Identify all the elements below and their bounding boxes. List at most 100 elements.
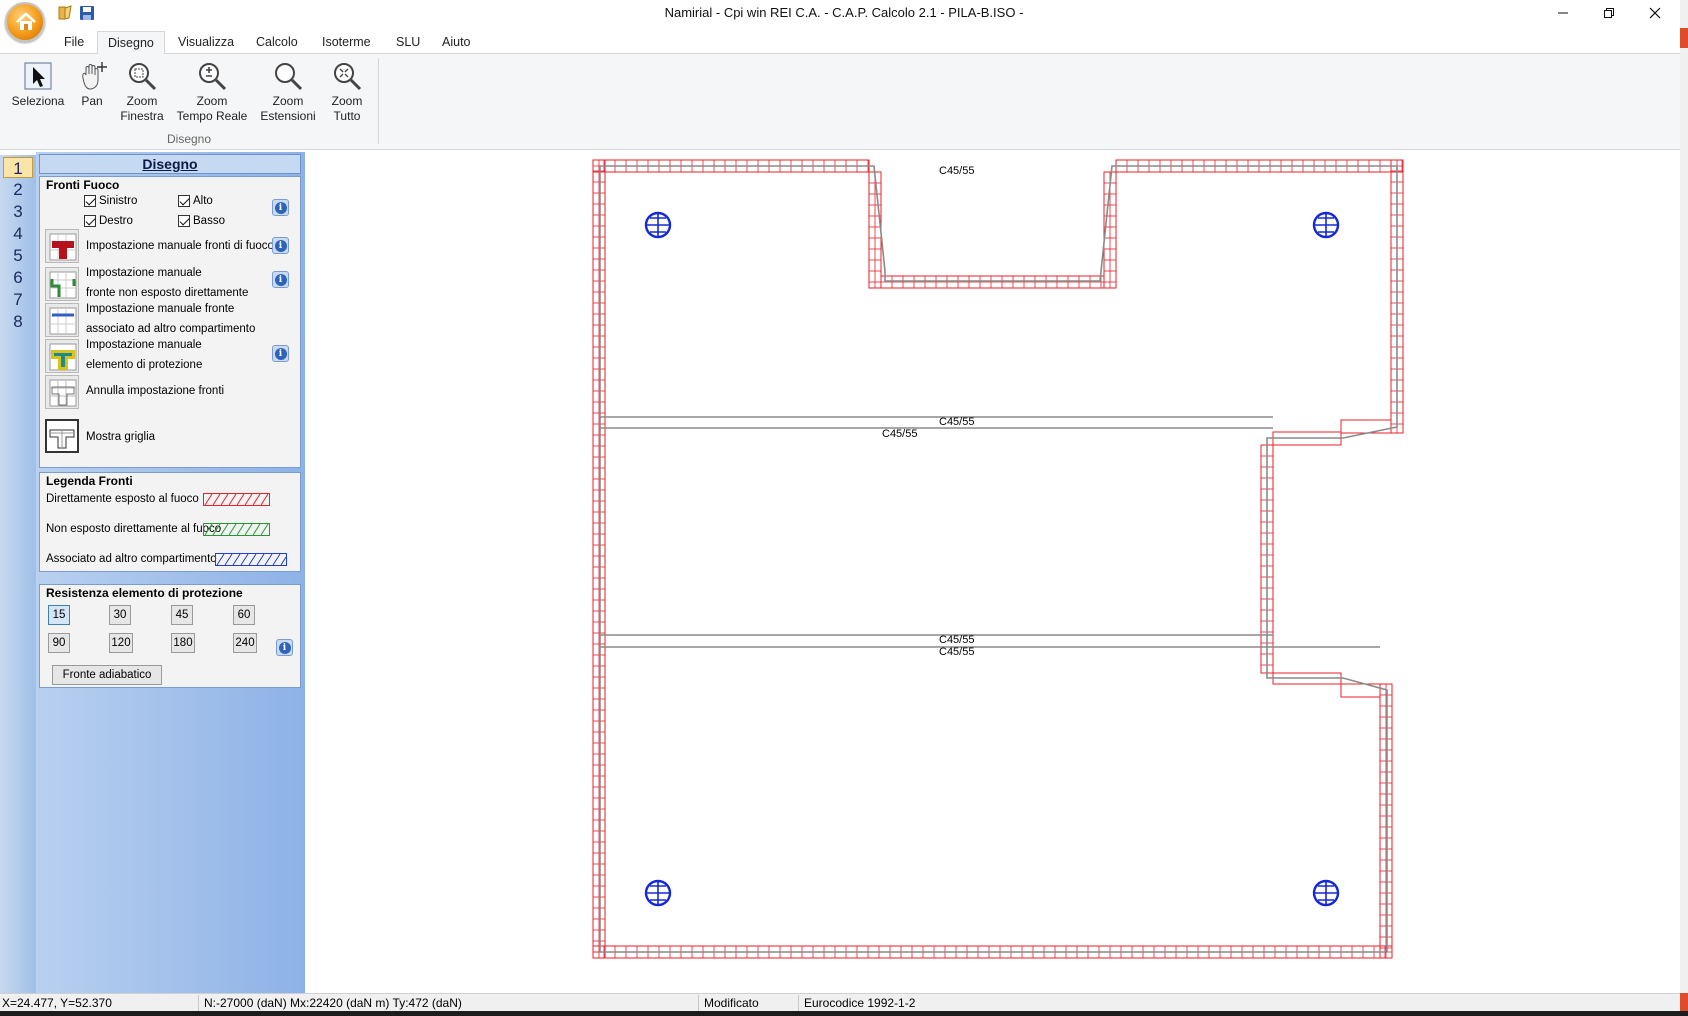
tab-file[interactable]: File — [54, 31, 94, 54]
section-green-icon — [49, 271, 77, 299]
panel-title: Disegno — [39, 154, 301, 174]
zoom-tempo-reale-button[interactable]: Zoom Tempo Reale — [174, 60, 250, 124]
tab-aiuto[interactable]: Aiuto — [432, 31, 481, 54]
save-icon[interactable] — [78, 4, 96, 22]
alto-checkbox[interactable]: Alto — [178, 195, 213, 207]
resistenza-240-button[interactable]: 240 — [233, 633, 257, 653]
minimize-button[interactable] — [1540, 0, 1586, 26]
status-separator — [698, 995, 699, 1011]
window-title: Namirial - Cpi win REI C.A. - C.A.P. Cal… — [664, 5, 1024, 20]
zoom-tempo-reale-label-2: Tempo Reale — [176, 109, 248, 123]
destro-checkbox-box — [84, 215, 96, 227]
fronti-info-button[interactable]: i — [272, 199, 289, 216]
rebar-bottom-left[interactable] — [644, 879, 672, 907]
tab-calcolo[interactable]: Calcolo — [246, 31, 308, 54]
section-tab-1[interactable]: 1 — [3, 157, 33, 178]
sinistro-checkbox[interactable]: Sinistro — [84, 195, 137, 207]
altro-compartimento-label-1: Impostazione manuale fronte — [86, 303, 235, 315]
zoom-extents-icon — [275, 63, 303, 91]
section-tab-5[interactable]: 5 — [3, 245, 33, 266]
ribbon-group-label: Disegno — [166, 132, 212, 146]
info-icon: i — [274, 347, 287, 360]
status-coordinates: X=24.477, Y=52.370 — [2, 996, 112, 1010]
right-edge-strip — [1680, 0, 1688, 1016]
resistenza-15-button[interactable]: 15 — [48, 605, 70, 625]
mostra-griglia-label: Mostra griglia — [86, 431, 156, 443]
resistenza-45-button[interactable]: 45 — [171, 605, 193, 625]
fronti-fuoco-tool-button[interactable] — [45, 229, 79, 263]
zoom-estensioni-label-2: Estensioni — [260, 109, 316, 123]
resistenza-90-button[interactable]: 90 — [48, 633, 70, 653]
section-tab-4[interactable]: 4 — [3, 223, 33, 244]
section-yellow-icon — [49, 343, 77, 371]
resistenza-title: Resistenza elemento di protezione — [46, 586, 243, 600]
rebar-top-right[interactable] — [1312, 211, 1340, 239]
resistenza-60-button[interactable]: 60 — [233, 605, 255, 625]
ribbon-panel: Seleziona Pan Zoom Finestra Zoom Tempo R… — [0, 54, 1680, 150]
resistenza-120-button[interactable]: 120 — [109, 633, 133, 653]
concrete-label-mid3: C45/55 — [939, 634, 974, 646]
section-tab-8[interactable]: 8 — [3, 311, 33, 332]
protezione-tool-button[interactable] — [45, 339, 79, 373]
close-button[interactable] — [1632, 0, 1678, 26]
alto-label: Alto — [193, 195, 213, 207]
sinistro-label: Sinistro — [99, 195, 138, 207]
resistenza-30-button[interactable]: 30 — [109, 605, 131, 625]
basso-checkbox[interactable]: Basso — [178, 215, 225, 227]
fronti-fuoco-info-button[interactable]: i — [272, 237, 289, 254]
resistenza-group: Resistenza elemento di protezione 15 30 … — [39, 584, 301, 688]
sinistro-checkbox-box — [84, 195, 96, 207]
protezione-info-button[interactable]: i — [272, 345, 289, 362]
altro-compartimento-tool-button[interactable] — [45, 303, 79, 337]
application-menu-button[interactable] — [5, 2, 45, 42]
legend-red-swatch — [203, 493, 270, 506]
mostra-griglia-button[interactable] — [45, 419, 79, 453]
zoom-finestra-button[interactable]: Zoom Finestra — [116, 60, 168, 124]
fronte-adiabatico-button[interactable]: Fronte adiabatico — [52, 665, 162, 685]
legend-associato-label: Associato ad altro compartimento — [46, 553, 217, 565]
legenda-title: Legenda Fronti — [46, 474, 133, 488]
status-forces: N:-27000 (daN) Mx:22420 (daN m) Ty:472 (… — [204, 996, 462, 1010]
annulla-fronti-tool-button[interactable] — [45, 375, 79, 409]
resistenza-info-button[interactable]: i — [276, 639, 293, 656]
cross-section-drawing: C45/55 C45/55 C45/55 C45/55 C45/55 — [592, 159, 1404, 959]
zoom-tempo-reale-label-1: Zoom — [196, 94, 228, 108]
tab-isoterme[interactable]: Isoterme — [312, 31, 381, 54]
protezione-label-2: elemento di protezione — [86, 359, 203, 371]
legenda-fronti-group: Legenda Fronti Direttamente esposto al f… — [39, 472, 301, 572]
zoom-estensioni-button[interactable]: Zoom Estensioni — [256, 60, 320, 124]
open-file-icon[interactable] — [56, 4, 74, 22]
status-bar: X=24.477, Y=52.370 N:-27000 (daN) Mx:224… — [0, 993, 1680, 1011]
seleziona-button[interactable]: Seleziona — [10, 60, 66, 109]
resistenza-180-button[interactable]: 180 — [171, 633, 195, 653]
non-esposto-info-button[interactable]: i — [272, 271, 289, 288]
edge-marker — [1680, 28, 1688, 48]
rebar-bottom-right[interactable] — [1312, 879, 1340, 907]
drawing-canvas[interactable]: C45/55 C45/55 C45/55 C45/55 C45/55 — [305, 152, 1680, 992]
pan-button[interactable]: Pan — [70, 60, 114, 109]
rebar-top-left[interactable] — [644, 211, 672, 239]
status-separator — [198, 995, 199, 1011]
restore-button[interactable] — [1586, 0, 1632, 26]
zoom-tutto-label-2: Tutto — [333, 109, 361, 123]
destro-label: Destro — [99, 215, 133, 227]
tab-disegno[interactable]: Disegno — [97, 31, 165, 54]
fronti-fuoco-tool-label: Impostazione manuale fronti di fuoco — [86, 240, 274, 252]
section-tab-3[interactable]: 3 — [3, 201, 33, 222]
section-tab-2[interactable]: 2 — [3, 179, 33, 200]
legend-blue-swatch — [215, 553, 287, 566]
basso-label: Basso — [193, 215, 225, 227]
info-icon: i — [274, 239, 287, 252]
section-tab-6[interactable]: 6 — [3, 267, 33, 288]
section-tab-7[interactable]: 7 — [3, 289, 33, 310]
tab-slu[interactable]: SLU — [386, 31, 430, 54]
non-esposto-label-1: Impostazione manuale — [86, 267, 202, 279]
destro-checkbox[interactable]: Destro — [84, 215, 133, 227]
zoom-window-icon — [129, 63, 157, 91]
non-esposto-tool-button[interactable] — [45, 267, 79, 301]
info-icon: i — [274, 273, 287, 286]
fronti-fuoco-group: Fronti Fuoco Sinistro Alto Destro Basso … — [39, 176, 301, 468]
pan-label: Pan — [81, 94, 103, 108]
tab-visualizza[interactable]: Visualizza — [168, 31, 244, 54]
zoom-tutto-button[interactable]: Zoom Tutto — [324, 60, 370, 124]
